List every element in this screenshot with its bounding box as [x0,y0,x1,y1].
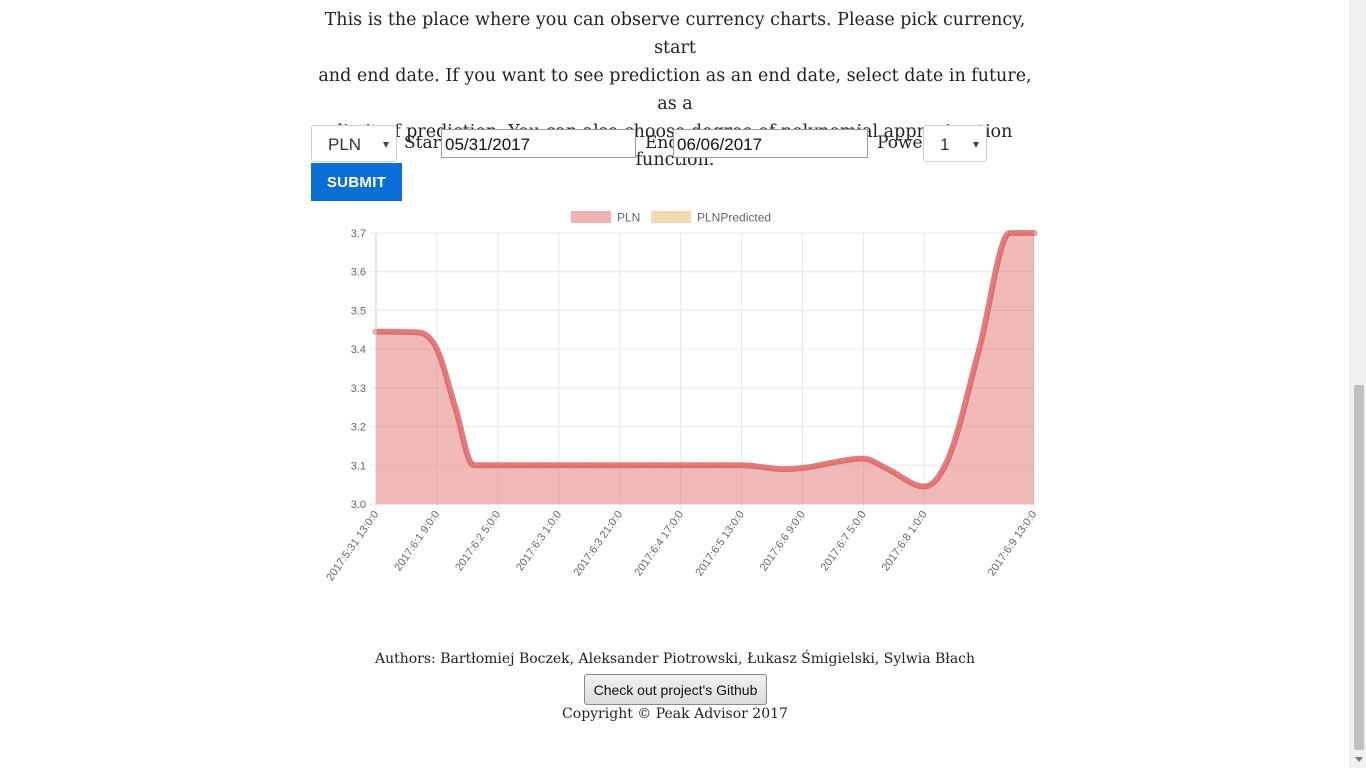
copyright-text: Copyright © Peak Advisor 2017 [562,706,788,722]
scroll-down-arrow-icon[interactable] [1355,757,1363,762]
series-line-pln [376,233,1034,487]
y-tick-label: 3.5 [351,305,366,317]
y-tick-label: 3.1 [351,460,366,472]
x-tick-label: 2017:6:5 13:0:0 [693,509,747,579]
x-tick-label: 2017:6:8 1:0:0 [880,509,930,574]
y-tick-label: 3.2 [351,422,366,434]
y-tick-label: 3.0 [351,499,366,511]
legend-label: PLN [617,211,640,225]
y-tick-label: 3.7 [351,228,366,240]
currency-chart: 3.7 3.6 3.5 3.4 3.3 3.2 3.1 3.02017:5:31 13:0:0… [324,211,1040,584]
authors-text: Authors: Bartłomiej Boczek, Aleksander P… [374,651,976,667]
legend-swatch [651,211,691,223]
x-tick-label: 2017:6:3 21:0:0 [571,509,625,579]
legend-swatch [571,211,611,223]
x-tick-label: 2017:5:31 13:0:0 [324,509,381,584]
x-tick-label: 2017:6:7 5:0:0 [819,509,869,574]
y-tick-label: 3.4 [351,344,366,356]
x-tick-label: 2017:6:1 9:0:0 [392,509,442,574]
x-tick-label: 2017:6:2 5:0:0 [453,509,503,574]
data-point [1030,229,1038,237]
x-tick-label: 2017:6:9 13:0:0 [986,509,1040,579]
scrollbar-thumb[interactable] [1354,385,1364,750]
y-tick-label: 3.6 [351,267,366,279]
x-tick-label: 2017:6:4 17:0:0 [632,509,686,579]
scrollbar[interactable] [1350,0,1366,768]
y-tick-label: 3.3 [351,383,366,395]
x-tick-label: 2017:6:6 9:0:0 [758,509,808,574]
github-button[interactable]: Check out project's Github [584,674,767,705]
legend-label: PLNPredicted [697,211,771,225]
x-tick-label: 2017:6:3 1:0:0 [514,509,564,574]
